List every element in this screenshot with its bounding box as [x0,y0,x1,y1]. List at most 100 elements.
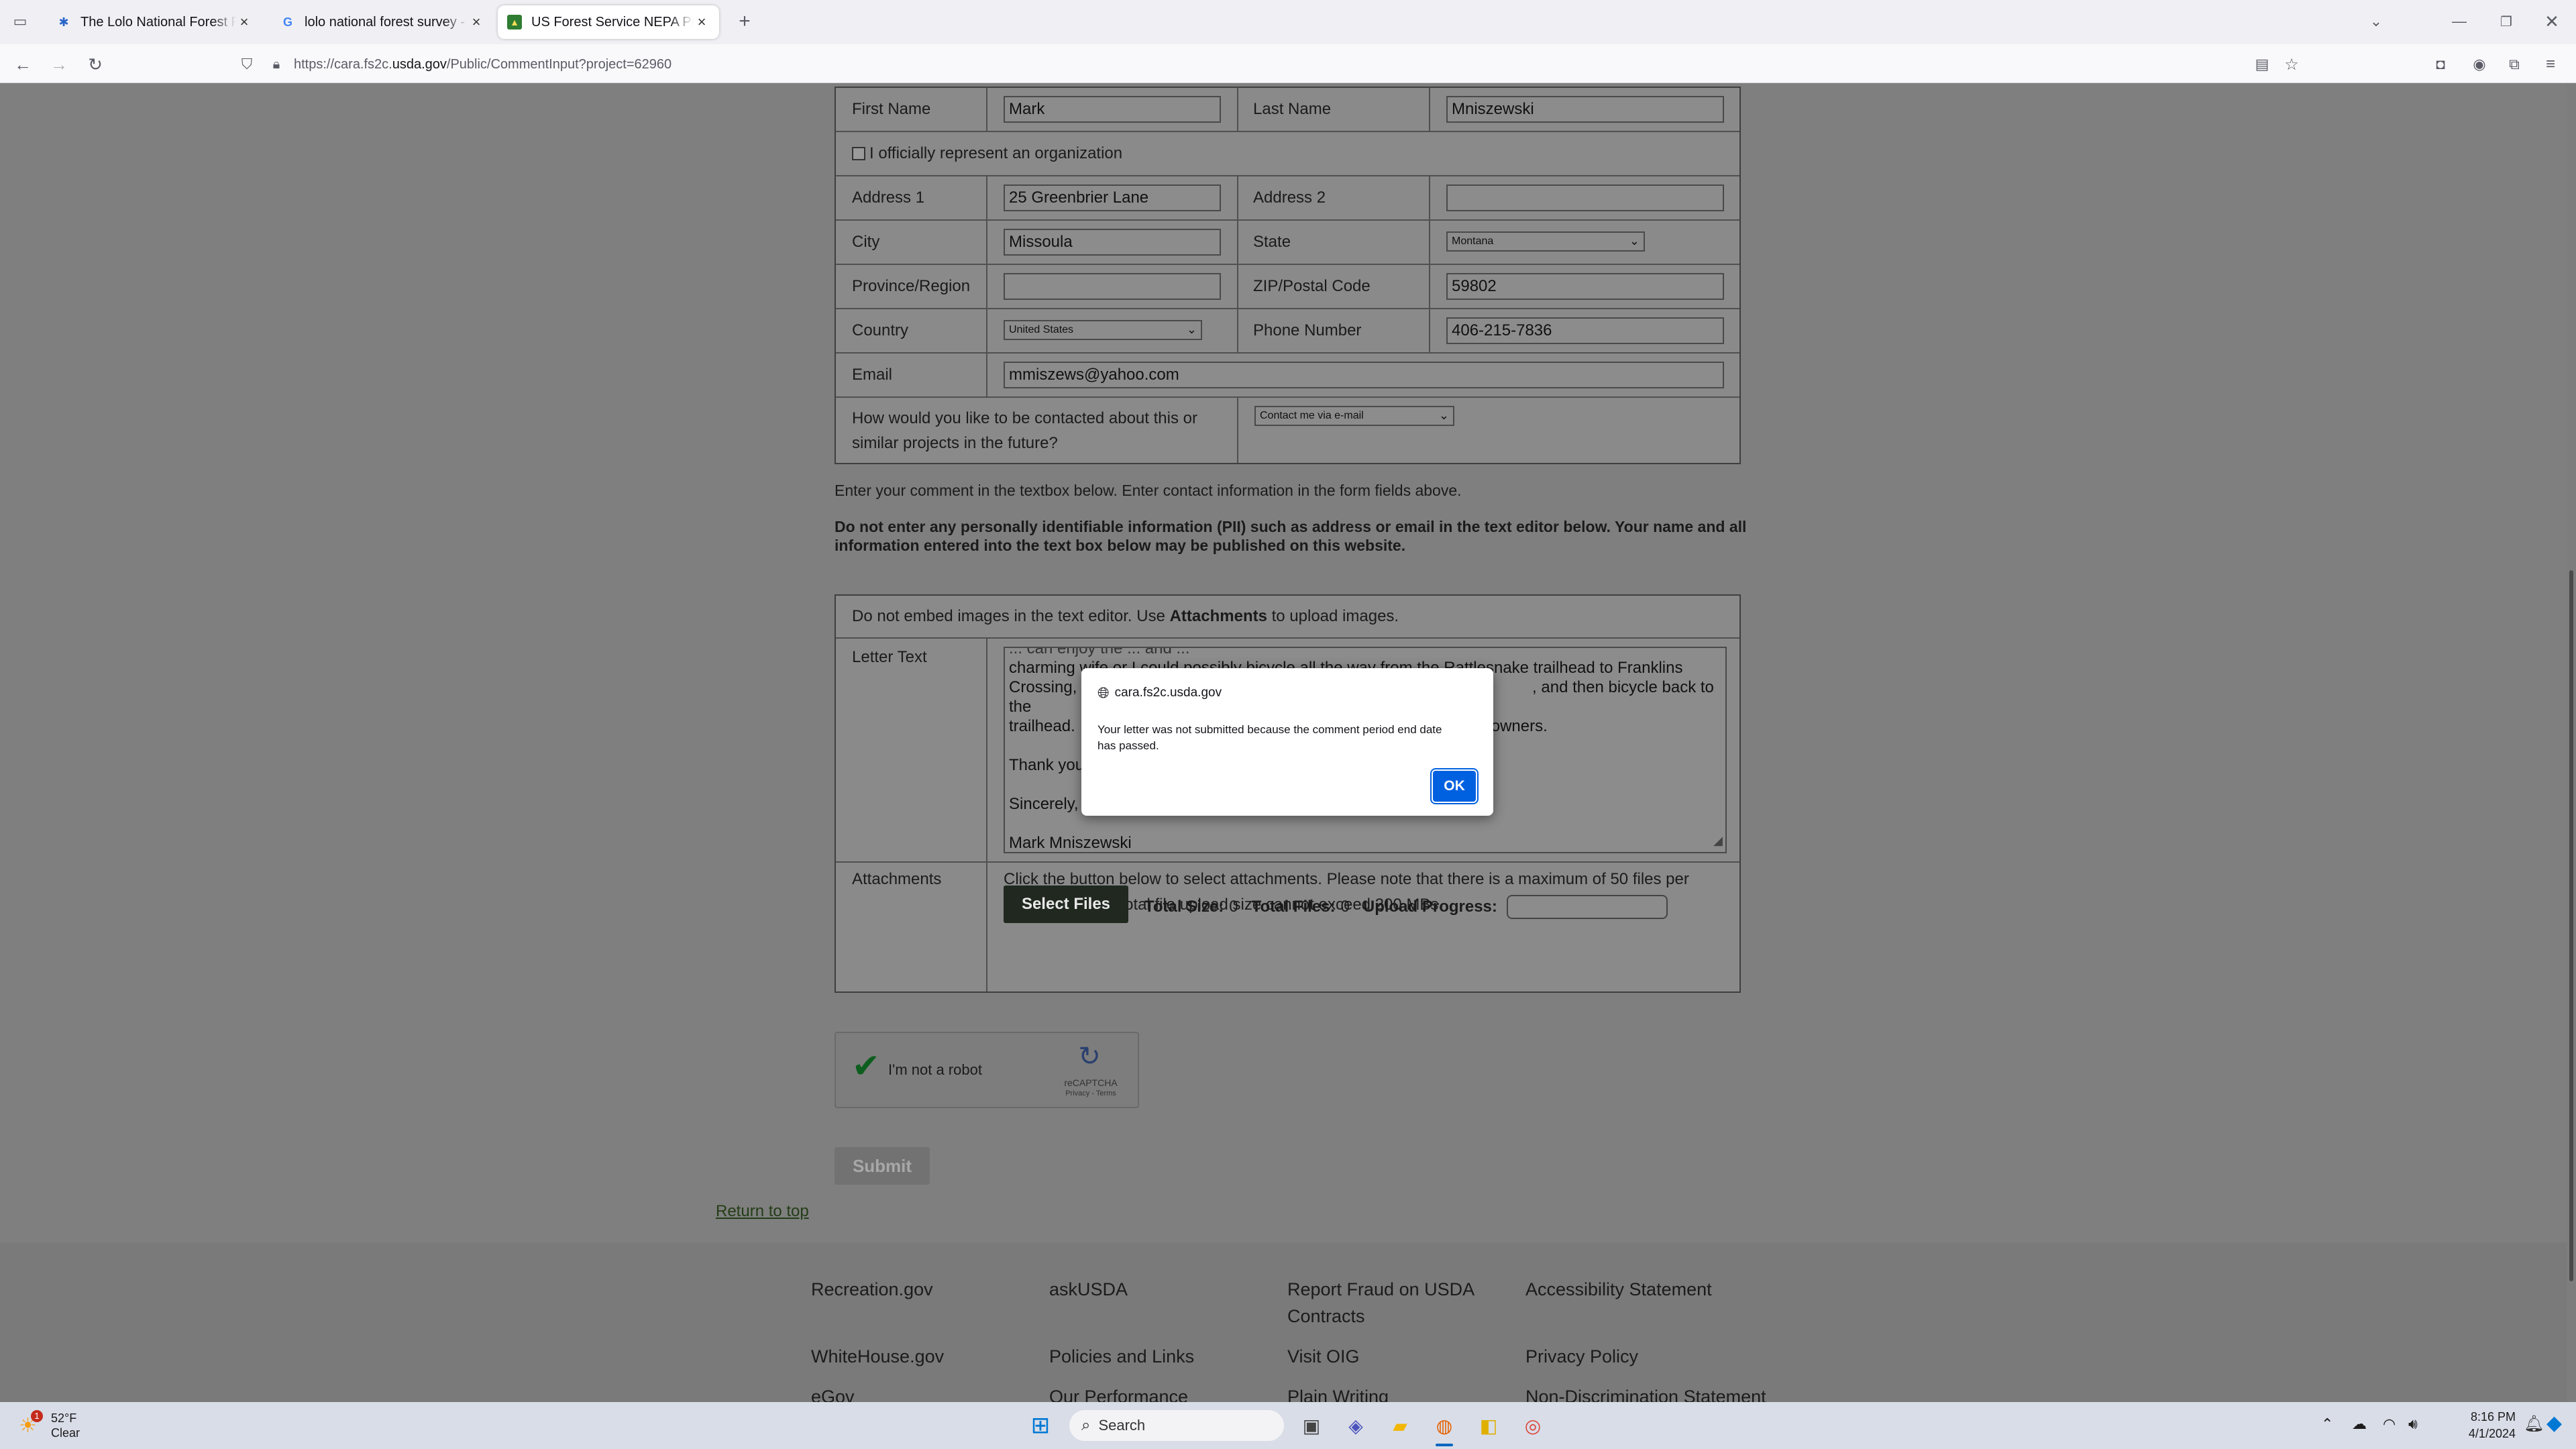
email-row: Email mmiszews@yahoo.com [836,352,1739,396]
lolo-favicon-icon: ✱ [58,15,69,29]
footer-link[interactable]: WhiteHouse.gov [811,1343,944,1370]
first-name-input[interactable]: Mark [1004,96,1221,123]
address1-label: Address 1 [852,189,925,207]
instruction-text: Enter your comment in the textbox below.… [835,482,1462,499]
close-tab-icon[interactable]: × [694,13,710,31]
province-zip-row: Province/Region ZIP/Postal Code 59802 [836,264,1739,308]
file-explorer-icon[interactable]: ▰ [1386,1411,1414,1440]
chrome-icon[interactable]: ◎ [1519,1411,1547,1440]
province-label: Province/Region [852,277,971,295]
province-input[interactable] [1004,273,1221,300]
back-icon[interactable]: ← [9,51,36,78]
contact-question-line2: similar projects in the future? [852,433,1058,452]
footer-link[interactable]: eGov [811,1383,855,1402]
footer-link[interactable]: Visit OIG [1287,1343,1360,1370]
close-window-icon[interactable]: ✕ [2538,8,2565,35]
minimize-icon[interactable]: — [2446,8,2473,35]
teams-icon[interactable]: ◈ [1342,1411,1370,1440]
submit-button[interactable]: Submit [835,1147,930,1185]
active-app-indicator [1436,1444,1453,1446]
organization-checkbox[interactable] [852,147,865,160]
close-tab-icon[interactable]: × [236,13,252,31]
footer-link[interactable]: Privacy Policy [1525,1343,1638,1370]
page-scrollbar[interactable] [2567,83,2576,1402]
last-name-label: Last Name [1253,100,1332,118]
phone-input[interactable]: 406-215-7836 [1446,317,1724,344]
alert-dialog: 🌐︎ cara.fs2c.usda.gov Your letter was no… [1081,668,1493,816]
footer-link[interactable]: Non-Discrimination Statement [1525,1383,1766,1402]
menu-icon[interactable]: ≡ [2537,51,2564,78]
wifi-icon[interactable]: ◠ [2383,1415,2396,1433]
clock[interactable]: 8:16 PM 4/1/2024 [2435,1409,2516,1442]
tracking-protection-icon[interactable]: ⛉ [233,51,260,78]
return-to-top-link[interactable]: Return to top [716,1202,809,1221]
tab-lolo-planning[interactable]: ✱ The Lolo National Forest Planning × [47,5,262,39]
state-label: State [1253,233,1291,251]
footer-link[interactable]: Our Performance [1049,1383,1188,1402]
footer-link[interactable]: askUSDA [1049,1276,1128,1303]
new-tab-icon[interactable]: + [731,8,758,35]
upload-stats: Total Size: 0 Total Files: 0 Upload Progre… [1144,895,1668,919]
chevron-down-icon: ⌄ [1629,234,1640,248]
notification-bell-icon[interactable]: 🔔︎ [2524,1414,2544,1434]
recaptcha-label: I'm not a robot [888,1061,982,1078]
city-input[interactable]: Missoula [1004,229,1221,256]
account-icon[interactable]: ◉ [2466,51,2493,78]
city-state-row: City Missoula State Montana ⌄ [836,219,1739,264]
copilot-icon[interactable]: ◆ [2546,1411,2562,1435]
address2-input[interactable] [1446,184,1724,211]
reload-icon[interactable]: ↻ [82,51,109,78]
onedrive-icon[interactable]: ☁ [2352,1415,2367,1433]
pii-warning: Do not enter any personally identifiable… [835,518,1747,554]
city-label: City [852,233,880,251]
country-phone-row: Country United States ⌄ Phone Number 406-… [836,308,1739,352]
address1-input[interactable]: 25 Greenbrier Lane [1004,184,1221,211]
organization-checkbox-label: I officially represent an organization [869,144,1123,162]
tab-list-icon[interactable]: ▭ [7,8,34,35]
contact-form: First Name Mark Last Name Mniszewski I o… [835,87,1741,464]
extensions-icon[interactable]: ⧉ [2501,51,2528,78]
contact-preference-select[interactable]: Contact me via e-mail ⌄ [1254,406,1454,426]
contact-preference-row: How would you like to be contacted about… [836,396,1739,463]
upload-progress-bar [1506,895,1668,919]
url-bar[interactable]: https://cara.fs2c. usda.gov/Public/Commen… [294,50,2340,78]
weather-widget[interactable]: ☀ 1 52°F Clear [16,1409,110,1442]
last-name-input[interactable]: Mniszewski [1446,96,1724,123]
resize-handle-icon[interactable]: ◢ [1713,831,1723,851]
tab-google-search[interactable]: G lolo national forest survey - Google S… [271,5,494,39]
recaptcha-links[interactable]: Privacy - Terms [1057,1089,1124,1097]
ok-button[interactable]: OK [1433,771,1476,802]
scrollbar-thumb[interactable] [2569,570,2573,1281]
footer-link[interactable]: Accessibility Statement [1525,1276,1712,1303]
restore-icon[interactable]: ❐ [2493,8,2520,35]
zip-input[interactable]: 59802 [1446,273,1724,300]
zip-label: ZIP/Postal Code [1253,277,1371,295]
recaptcha-widget: ✔ I'm not a robot ↻ reCAPTCHA Privacy - … [835,1032,1139,1108]
show-hidden-icons-icon[interactable]: ⌃ [2321,1415,2333,1433]
lock-icon[interactable]: 🔒︎ [263,51,290,78]
globe-icon: 🌐︎ [1097,684,1110,701]
list-all-tabs-icon[interactable]: ⌄ [2363,8,2390,35]
tab-nepa-projects[interactable]: ▲ US Forest Service NEPA Projects × [498,5,719,39]
checkmark-icon[interactable]: ✔ [852,1049,880,1083]
select-files-button[interactable]: Select Files [1004,885,1128,923]
windows-start-icon[interactable]: ⊞ [1026,1411,1055,1440]
notes-app-icon[interactable]: ◧ [1474,1411,1503,1440]
state-select[interactable]: Montana ⌄ [1446,231,1645,252]
close-tab-icon[interactable]: × [468,13,484,31]
volume-icon[interactable]: 🔊︎ [2408,1415,2418,1433]
country-select[interactable]: United States ⌄ [1004,320,1202,340]
tab-bar: ▭ ✱ The Lolo National Forest Planning × … [0,0,2576,44]
pocket-icon[interactable]: ◘ [2427,51,2454,78]
taskbar-search[interactable]: ⌕ Search [1069,1410,1284,1441]
footer-link[interactable]: Recreation.gov [811,1276,933,1303]
footer-link[interactable]: Policies and Links [1049,1343,1194,1370]
contact-question-line1: How would you like to be contacted about… [852,409,1197,427]
weather-badge: 1 [31,1410,43,1422]
footer-link[interactable]: Report Fraud on USDA Contracts [1287,1276,1474,1330]
forward-icon[interactable]: → [46,51,72,78]
footer-link[interactable]: Plain Writing [1287,1383,1389,1402]
email-input[interactable]: mmiszews@yahoo.com [1004,362,1724,388]
firefox-icon[interactable]: ◍ [1430,1411,1458,1440]
task-view-icon[interactable]: ▣ [1297,1411,1326,1440]
